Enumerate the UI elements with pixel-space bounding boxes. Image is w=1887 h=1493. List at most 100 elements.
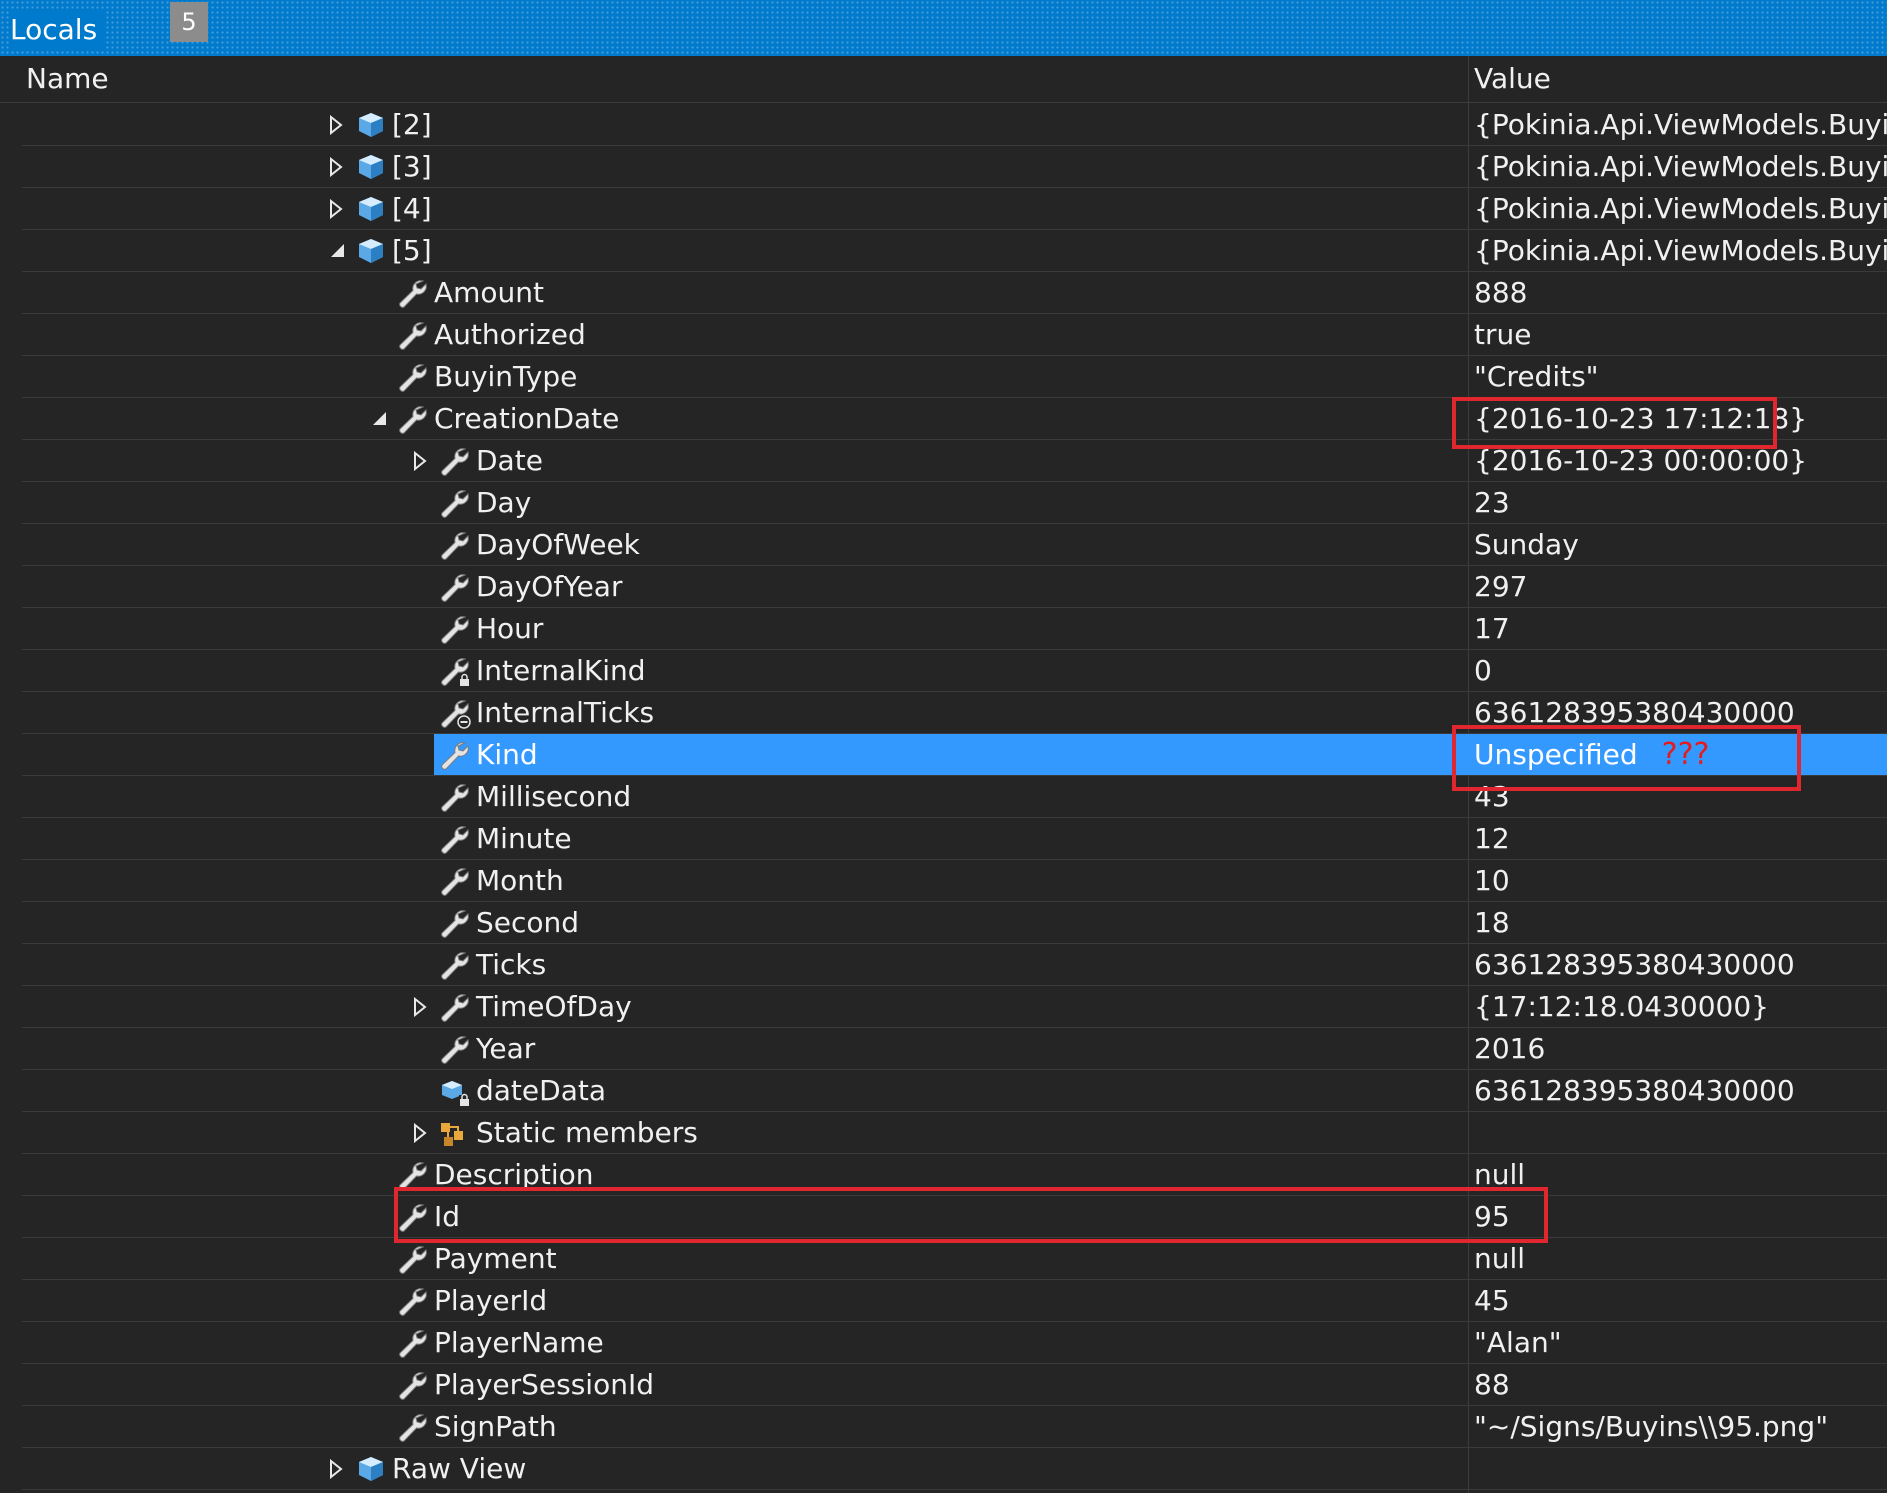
tool-window-titlebar[interactable]: Locals 5 bbox=[0, 0, 1887, 56]
row-value-text: 0 bbox=[1474, 654, 1492, 687]
row-value[interactable]: 43 bbox=[1474, 776, 1887, 818]
tree-row[interactable]: Second 18 bbox=[0, 902, 1887, 944]
row-name: [2] bbox=[392, 108, 432, 141]
row-value[interactable]: {Pokinia.Api.ViewModels.BuyinL bbox=[1474, 104, 1887, 146]
tree-row[interactable]: Authorized true bbox=[0, 314, 1887, 356]
row-value[interactable]: {Pokinia.Api.ViewModels.BuyinL bbox=[1474, 230, 1887, 272]
row-value-text: {Pokinia.Api.ViewModels.BuyinL bbox=[1474, 234, 1887, 267]
tree-row[interactable]: TimeOfDay {17:12:18.0430000} bbox=[0, 986, 1887, 1028]
row-value[interactable]: 88 bbox=[1474, 1364, 1887, 1406]
row-name: Hour bbox=[476, 612, 544, 645]
row-value[interactable]: 12 bbox=[1474, 818, 1887, 860]
tree-row[interactable]: DayOfWeek Sunday bbox=[0, 524, 1887, 566]
tree-row[interactable]: PlayerSessionId 88 bbox=[0, 1364, 1887, 1406]
row-name: Year bbox=[476, 1032, 536, 1065]
tree-row[interactable]: Raw View bbox=[0, 1448, 1887, 1490]
row-value[interactable]: 0 bbox=[1474, 650, 1887, 692]
expand-arrow-icon[interactable] bbox=[410, 1112, 432, 1154]
tree-row[interactable]: [5] {Pokinia.Api.ViewModels.BuyinL bbox=[0, 230, 1887, 272]
tree-row[interactable]: DayOfYear 297 bbox=[0, 566, 1887, 608]
object-icon bbox=[354, 109, 388, 141]
row-value[interactable]: 636128395380430000 bbox=[1474, 692, 1887, 734]
row-value[interactable]: null bbox=[1474, 1238, 1887, 1280]
row-value[interactable]: null bbox=[1474, 1154, 1887, 1196]
tree-row[interactable]: SignPath "~/Signs/Buyins\\95.png" bbox=[0, 1406, 1887, 1448]
expand-arrow-icon[interactable] bbox=[326, 1448, 348, 1490]
row-name: Day bbox=[476, 486, 532, 519]
row-name: Millisecond bbox=[476, 780, 632, 813]
row-value[interactable]: {Pokinia.Api.ViewModels.BuyinL bbox=[1474, 188, 1887, 230]
private-property-icon bbox=[438, 655, 472, 687]
row-name: Raw View bbox=[392, 1452, 527, 1485]
row-value[interactable]: "Credits" bbox=[1474, 356, 1887, 398]
tree-row[interactable]: Amount 888 bbox=[0, 272, 1887, 314]
tree-row[interactable]: Static members bbox=[0, 1112, 1887, 1154]
row-value[interactable]: "Alan" bbox=[1474, 1322, 1887, 1364]
tree-row[interactable]: [3] {Pokinia.Api.ViewModels.BuyinL bbox=[0, 146, 1887, 188]
row-value[interactable]: 45 bbox=[1474, 1280, 1887, 1322]
tree-row[interactable]: PlayerName "Alan" bbox=[0, 1322, 1887, 1364]
tree-row[interactable]: [2] {Pokinia.Api.ViewModels.BuyinL bbox=[0, 104, 1887, 146]
annotation-question-marks: ??? bbox=[1661, 737, 1710, 772]
row-value[interactable]: 636128395380430000 bbox=[1474, 944, 1887, 986]
tree-row[interactable]: Month 10 bbox=[0, 860, 1887, 902]
property-icon bbox=[396, 1327, 430, 1359]
row-value-text: 18 bbox=[1474, 906, 1510, 939]
row-name: Id bbox=[434, 1200, 461, 1233]
row-value[interactable]: 23 bbox=[1474, 482, 1887, 524]
expand-arrow-icon[interactable] bbox=[410, 986, 432, 1028]
column-header-value[interactable]: Value bbox=[1474, 56, 1551, 102]
row-value[interactable]: 297 bbox=[1474, 566, 1887, 608]
expand-arrow-icon[interactable] bbox=[326, 188, 348, 230]
tree-row[interactable]: Day 23 bbox=[0, 482, 1887, 524]
tree-row[interactable]: InternalKind 0 bbox=[0, 650, 1887, 692]
row-value[interactable]: {2016-10-23 00:00:00} bbox=[1474, 440, 1887, 482]
tree-row[interactable]: Ticks 636128395380430000 bbox=[0, 944, 1887, 986]
property-icon bbox=[438, 529, 472, 561]
row-value[interactable]: 2016 bbox=[1474, 1028, 1887, 1070]
column-header-name[interactable]: Name bbox=[26, 56, 109, 102]
expand-arrow-icon[interactable] bbox=[410, 440, 432, 482]
expand-arrow-icon[interactable] bbox=[326, 104, 348, 146]
tree-row[interactable]: Minute 12 bbox=[0, 818, 1887, 860]
row-value[interactable]: Unspecified??? bbox=[1474, 734, 1887, 776]
row-value[interactable]: 636128395380430000 bbox=[1474, 1070, 1887, 1112]
row-value[interactable]: 17 bbox=[1474, 608, 1887, 650]
property-icon bbox=[396, 319, 430, 351]
row-value[interactable]: {17:12:18.0430000} bbox=[1474, 986, 1887, 1028]
row-value-text: 17 bbox=[1474, 612, 1510, 645]
tree-row[interactable]: Id 95 bbox=[0, 1196, 1887, 1238]
tree-row[interactable]: CreationDate {2016-10-23 17:12:18} bbox=[0, 398, 1887, 440]
tree-row[interactable]: [4] {Pokinia.Api.ViewModels.BuyinL bbox=[0, 188, 1887, 230]
row-value[interactable]: 888 bbox=[1474, 272, 1887, 314]
row-value[interactable]: 95 bbox=[1474, 1196, 1887, 1238]
row-value[interactable]: {Pokinia.Api.ViewModels.BuyinL bbox=[1474, 146, 1887, 188]
row-name: DayOfWeek bbox=[476, 528, 640, 561]
tree-row[interactable]: Year 2016 bbox=[0, 1028, 1887, 1070]
row-value[interactable]: {2016-10-23 17:12:18} bbox=[1474, 398, 1887, 440]
row-value[interactable]: 10 bbox=[1474, 860, 1887, 902]
row-name: Minute bbox=[476, 822, 572, 855]
tree-row[interactable]: BuyinType "Credits" bbox=[0, 356, 1887, 398]
collapse-arrow-icon[interactable] bbox=[368, 398, 390, 440]
tree-row[interactable]: InternalTicks 636128395380430000 bbox=[0, 692, 1887, 734]
row-value[interactable]: Sunday bbox=[1474, 524, 1887, 566]
tree-row[interactable]: Millisecond 43 bbox=[0, 776, 1887, 818]
tree-row[interactable]: Kind Unspecified??? bbox=[0, 734, 1887, 776]
row-value[interactable]: true bbox=[1474, 314, 1887, 356]
property-icon bbox=[438, 907, 472, 939]
row-value-text: 636128395380430000 bbox=[1474, 696, 1795, 729]
row-value[interactable]: 18 bbox=[1474, 902, 1887, 944]
tree-row[interactable]: Description null bbox=[0, 1154, 1887, 1196]
property-icon bbox=[438, 613, 472, 645]
tree-row[interactable]: Hour 17 bbox=[0, 608, 1887, 650]
collapse-arrow-icon[interactable] bbox=[326, 230, 348, 272]
tree-row[interactable]: Date {2016-10-23 00:00:00} bbox=[0, 440, 1887, 482]
expand-arrow-icon[interactable] bbox=[326, 146, 348, 188]
row-value-text: {Pokinia.Api.ViewModels.BuyinL bbox=[1474, 192, 1887, 225]
tree-row[interactable]: Payment null bbox=[0, 1238, 1887, 1280]
row-value-text: {Pokinia.Api.ViewModels.BuyinL bbox=[1474, 108, 1887, 141]
tree-row[interactable]: PlayerId 45 bbox=[0, 1280, 1887, 1322]
tree-row[interactable]: dateData 636128395380430000 bbox=[0, 1070, 1887, 1112]
row-value[interactable]: "~/Signs/Buyins\\95.png" bbox=[1474, 1406, 1887, 1448]
